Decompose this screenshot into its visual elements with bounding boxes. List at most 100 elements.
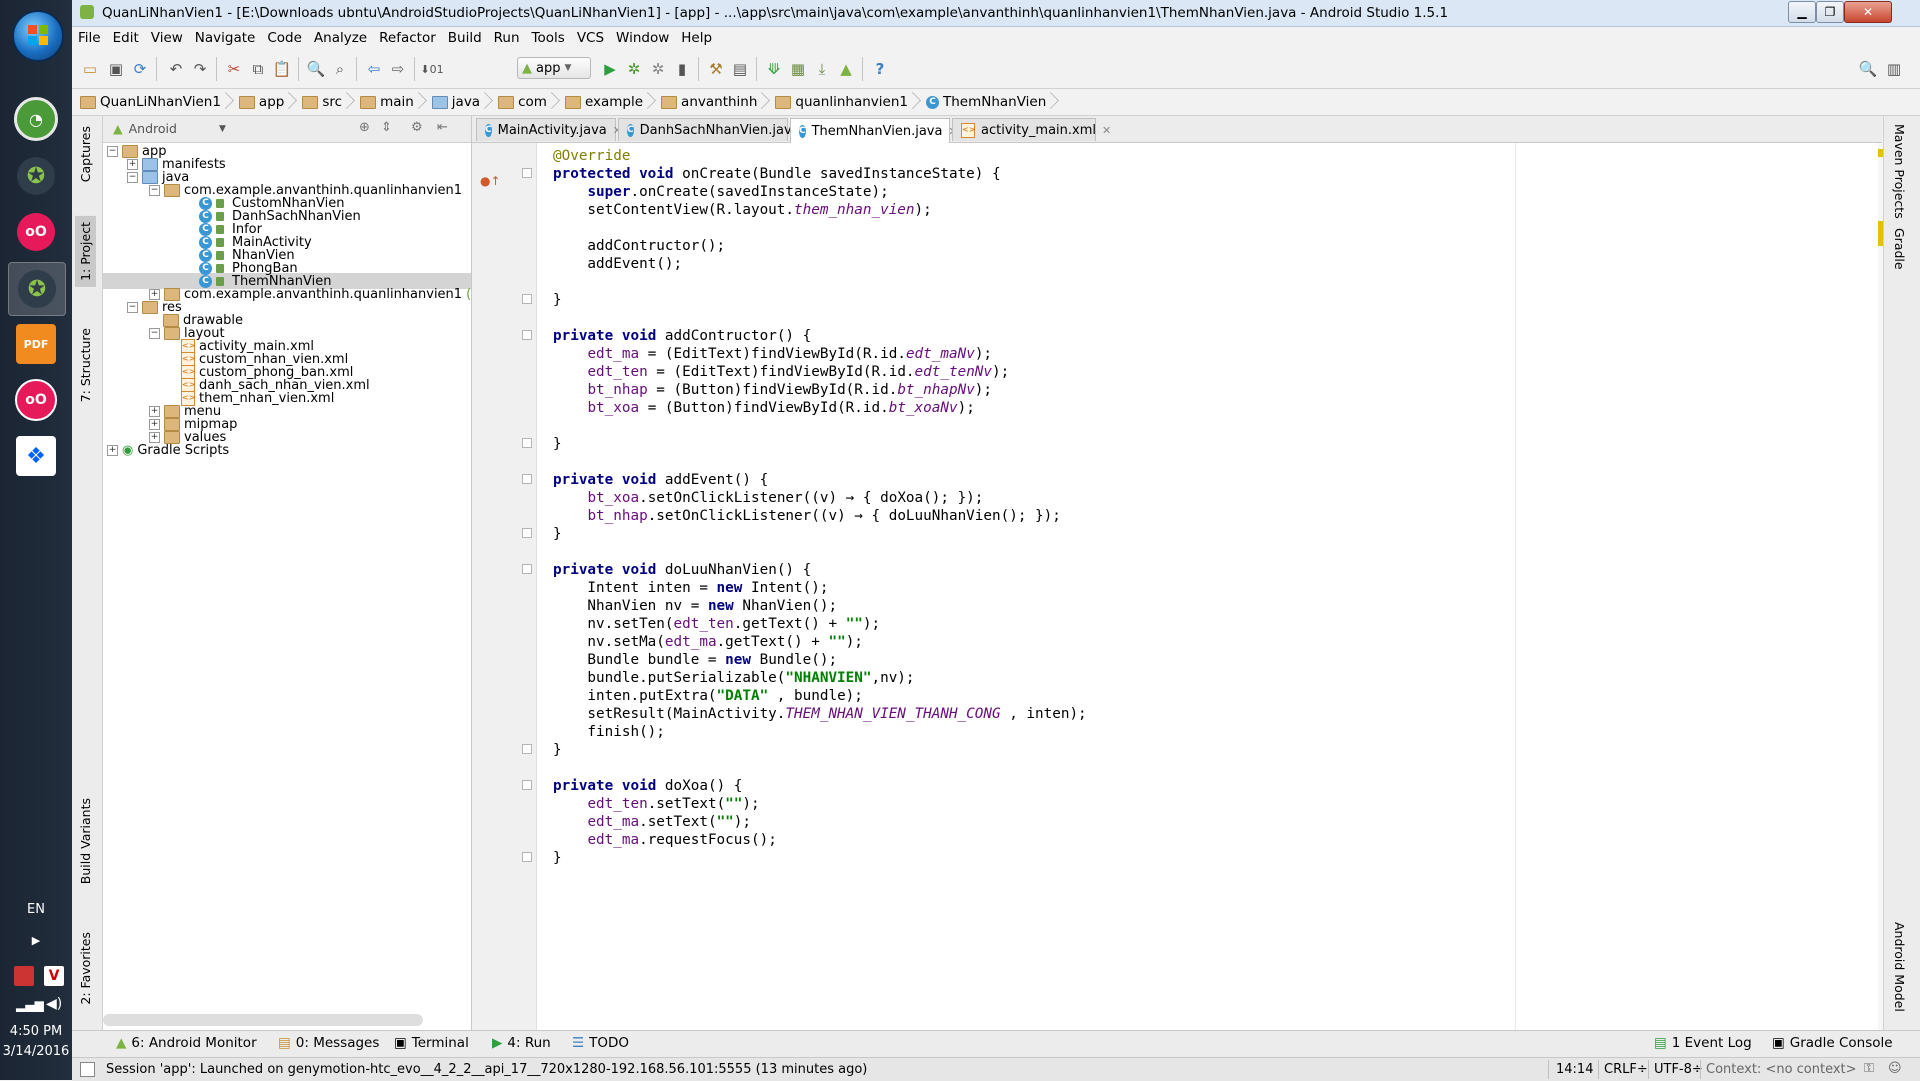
tool-tab-android-model[interactable]: Android Model	[1892, 922, 1907, 1012]
code-line[interactable]: finish();	[553, 721, 664, 743]
breadcrumb-item[interactable]: quanlinhanvien1	[767, 89, 918, 115]
clock-time[interactable]: 4:50 PM	[0, 1024, 72, 1039]
breadcrumb-item[interactable]: java	[424, 89, 490, 115]
back-icon[interactable]: ⇦	[364, 59, 384, 79]
taskbar-app-android-studio[interactable]: ✪	[8, 150, 64, 202]
fold-marker-icon[interactable]	[522, 438, 532, 448]
tool-tab-build-variants[interactable]: Build Variants	[75, 792, 96, 890]
code-line[interactable]: addEvent();	[553, 253, 682, 275]
search-everywhere-icon[interactable]: 🔍	[1858, 59, 1878, 79]
language-indicator[interactable]: EN	[0, 902, 72, 917]
lock-icon[interactable]: ⚿	[1864, 1061, 1874, 1076]
code-line[interactable]: setContentView(R.layout.them_nhan_vien);	[553, 199, 931, 221]
hide-panel-icon[interactable]: ⇤	[437, 120, 448, 135]
run-icon[interactable]: ▶	[600, 59, 620, 79]
breadcrumb-item[interactable]: src	[294, 89, 352, 115]
taskbar-app-genymotion[interactable]: oO	[8, 206, 64, 258]
menu-view[interactable]: View	[145, 27, 189, 49]
save-all-icon[interactable]: ▣	[106, 59, 126, 79]
horizontal-scrollbar[interactable]	[103, 1014, 423, 1026]
tool-tab-captures[interactable]: Captures	[75, 120, 96, 188]
code-line[interactable]: }	[553, 433, 562, 455]
close-tab-icon[interactable]: ✕	[1102, 124, 1111, 137]
menu-run[interactable]: Run	[488, 27, 526, 49]
start-button[interactable]	[12, 10, 64, 62]
fold-marker-icon[interactable]	[522, 528, 532, 538]
tree-node[interactable]: + ◉ Gradle Scripts	[107, 442, 229, 458]
network-icon[interactable]: ▂▄▆	[16, 998, 44, 1012]
tab-themnhanvien[interactable]: CThemNhanVien.java✕	[790, 118, 958, 143]
copy-icon[interactable]: ⧉	[248, 59, 268, 79]
context-indicator[interactable]: Context: <no context>	[1706, 1062, 1857, 1077]
avd-manager-icon[interactable]: ▦	[788, 59, 808, 79]
code-line[interactable]: }	[553, 289, 562, 311]
file-encoding[interactable]: UTF-8÷	[1654, 1062, 1703, 1077]
paste-icon[interactable]: 📋	[272, 59, 292, 79]
menu-tools[interactable]: Tools	[526, 27, 571, 49]
fold-marker-icon[interactable]	[522, 474, 532, 484]
fold-marker-icon[interactable]	[522, 294, 532, 304]
locate-icon[interactable]: ⊕	[359, 120, 370, 135]
status-toggle-icon[interactable]	[80, 1062, 95, 1077]
taskbar-app-android-studio-active[interactable]: ✪	[8, 262, 66, 316]
taskbar-app-genymotion-2[interactable]: oO	[8, 374, 64, 426]
breadcrumb-item[interactable]: main	[352, 89, 424, 115]
taskbar-app-pdf[interactable]: PDF	[8, 318, 64, 370]
tray-expand-icon[interactable]: ▶	[0, 934, 72, 947]
fold-marker-icon[interactable]	[522, 564, 532, 574]
tool-tab-run[interactable]: ▶ 4: Run	[492, 1035, 551, 1051]
tray-app-icon[interactable]	[14, 966, 34, 986]
close-button[interactable]: ✕	[1844, 1, 1892, 23]
breadcrumb-item[interactable]: anvanthinh	[653, 89, 767, 115]
redo-icon[interactable]: ↷	[190, 59, 210, 79]
collapse-icon[interactable]: ⇕	[381, 120, 392, 135]
replace-icon[interactable]: ⌕	[330, 59, 350, 79]
fold-marker-icon[interactable]	[522, 744, 532, 754]
tool-tab-android-monitor[interactable]: ▲ 6: Android Monitor	[116, 1035, 257, 1051]
open-folder-icon[interactable]: ▭	[80, 59, 100, 79]
code-line[interactable]: bt_xoa = (Button)findViewById(R.id.bt_xo…	[553, 397, 974, 419]
menu-code[interactable]: Code	[261, 27, 308, 49]
stop-icon[interactable]: ▮	[672, 59, 692, 79]
fold-marker-icon[interactable]	[522, 330, 532, 340]
gradle-sync-icon[interactable]: ⟱	[764, 59, 784, 79]
find-icon[interactable]: 🔍	[306, 59, 326, 79]
clock-date[interactable]: 3/14/2016	[0, 1044, 72, 1059]
android-device-monitor-icon[interactable]: ▲	[836, 59, 856, 79]
tab-activity-main-xml[interactable]: <> activity_main.xml ✕	[952, 118, 1111, 141]
forward-icon[interactable]: ⇨	[388, 59, 408, 79]
taskbar-app-dropbox[interactable]: ❖	[8, 430, 64, 482]
tab-mainactivity[interactable]: CMainActivity.java✕	[476, 118, 622, 141]
sync-icon[interactable]: ⟳	[130, 59, 150, 79]
project-structure-icon[interactable]: ⚒	[706, 59, 726, 79]
tray-v-icon[interactable]: V	[44, 966, 64, 986]
tool-tab-gradle[interactable]: Gradle	[1892, 228, 1907, 270]
maximize-button[interactable]: ❐	[1816, 1, 1844, 23]
breadcrumb-item[interactable]: C ThemNhanVien	[918, 89, 1056, 115]
tool-tab-gradle-console[interactable]: ▣ Gradle Console	[1772, 1035, 1893, 1051]
tool-tab-maven[interactable]: Maven Projects	[1892, 124, 1907, 219]
menu-navigate[interactable]: Navigate	[189, 27, 262, 49]
editor-gutter[interactable]: ●↑	[472, 143, 537, 1030]
help-icon[interactable]: ?	[870, 59, 890, 79]
run-config-select[interactable]: ▲ app ▼	[517, 57, 591, 79]
taskbar-app-moba[interactable]: ◔	[8, 93, 64, 145]
breadcrumb-item[interactable]: QuanLiNhanVien1	[72, 89, 231, 115]
attach-debugger-icon[interactable]: ✲	[648, 59, 668, 79]
menu-refactor[interactable]: Refactor	[373, 27, 442, 49]
tool-tab-favorites[interactable]: 2: Favorites	[75, 926, 96, 1011]
project-view-select[interactable]: ▲ Android ▼	[113, 121, 226, 136]
minimize-button[interactable]: ▁	[1788, 1, 1816, 23]
code-line[interactable]: }	[553, 523, 562, 545]
settings-icon[interactable]: ▥	[1884, 59, 1904, 79]
debug-icon[interactable]: ✲	[624, 59, 644, 79]
code-line[interactable]: edt_ma.requestFocus();	[553, 829, 776, 851]
make-project-icon[interactable]: ⬇01	[420, 59, 443, 79]
gear-icon[interactable]: ⚙	[411, 120, 423, 135]
sdk-download-icon[interactable]: ⤓	[812, 59, 832, 79]
tool-tab-terminal[interactable]: ▣ Terminal	[394, 1035, 469, 1051]
tool-tab-todo[interactable]: ☰ TODO	[572, 1035, 629, 1051]
code-line[interactable]: }	[553, 739, 562, 761]
menu-build[interactable]: Build	[442, 27, 488, 49]
breadcrumb-item[interactable]: com	[490, 89, 557, 115]
